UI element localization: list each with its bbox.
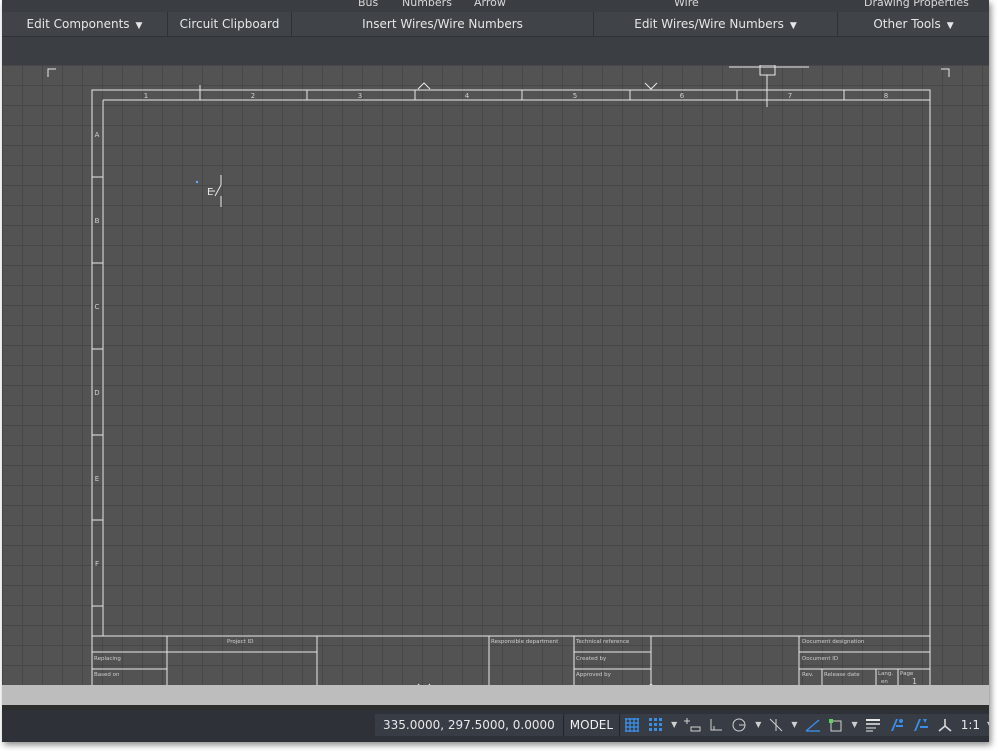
tb-lang: Lang. [878,671,893,677]
ribbon-spacer [2,37,989,65]
center-mark-top [417,82,431,90]
drawing-sheet: 1 2 3 4 5 6 7 8 A B C D E F E Project ID [47,65,950,685]
ribbon-item-arrow[interactable]: Arrow [474,0,506,9]
center-mark-top [644,82,658,90]
annotation-scale[interactable]: 1:1 [957,718,984,732]
panel-other-tools[interactable]: Other Tools ▼ [838,12,989,36]
corner-mark [47,68,56,77]
polar-tracking-icon[interactable] [728,714,752,736]
panel-label: Insert Wires/Wire Numbers [362,17,523,31]
chevron-down-icon[interactable]: ▼ [984,714,989,736]
ribbon-item-numbers[interactable]: Numbers [402,0,452,9]
tb-project-id: Project ID [227,639,253,645]
panel-edit-components[interactable]: Edit Components ▼ [2,12,168,36]
row-label: F [95,560,99,568]
component-tag[interactable]: E [207,187,213,198]
column-label: 4 [465,92,470,100]
chevron-down-icon[interactable]: ▼ [788,714,800,736]
panel-label: Edit Components [26,17,130,31]
tb-responsible-department: Responsible department [491,639,559,645]
drawing-canvas[interactable]: 1 2 3 4 5 6 7 8 A B C D E F E Project ID [2,65,989,685]
column-label: 8 [884,92,888,100]
grid-display-icon[interactable] [620,714,644,736]
ribbon-top-strip: Bus Numbers Arrow Wire Drawing Propertie… [2,0,989,12]
annotation-visibility-icon[interactable] [885,714,909,736]
tb-document-id: Document ID [802,656,838,662]
ribbon-panel-bar: Edit Components ▼ Circuit Clipboard Inser… [2,12,989,37]
column-label: 2 [251,92,255,100]
panel-label: Other Tools [873,17,941,31]
ribbon-item-wire[interactable]: Wire [674,0,699,9]
column-label: 7 [788,92,792,100]
panel-circuit-clipboard[interactable]: Circuit Clipboard [168,12,292,36]
app-window: Bus Numbers Arrow Wire Drawing Propertie… [2,0,989,742]
corner-mark [941,68,950,77]
tb-replacing: Replacing [94,656,121,662]
switch-symbol [212,175,222,207]
tb-technical-reference: Technical reference [575,639,630,645]
object-snap-tracking-icon[interactable] [801,714,825,736]
model-space-button[interactable]: MODEL [564,714,621,736]
row-label: D [94,389,99,397]
chevron-down-icon[interactable]: ▼ [849,714,861,736]
column-label: 1 [144,92,148,100]
panel-label: Edit Wires/Wire Numbers [634,17,784,31]
lineweight-icon[interactable] [861,714,885,736]
panel-insert-wires[interactable]: Insert Wires/Wire Numbers [292,12,594,36]
snap-mode-icon[interactable] [644,714,668,736]
column-label: 6 [680,92,685,100]
panel-label: Circuit Clipboard [179,17,280,31]
chevron-down-icon[interactable]: ▼ [752,714,764,736]
caret-down-icon: ▼ [135,21,143,31]
isodraft-icon[interactable] [764,714,788,736]
tb-release-date: Release date [824,672,860,678]
ribbon-item-bus[interactable]: Bus [358,0,378,9]
object-snap-icon[interactable] [825,714,849,736]
ribbon-item-drawing-properties[interactable]: Drawing Properties [864,0,969,9]
tb-based-on: Based on [94,672,120,678]
workspace-switch-icon[interactable] [933,714,957,736]
sheet-frame [91,89,931,685]
row-label: C [95,303,100,311]
tb-created-by: Created by [576,656,607,662]
column-label: 3 [358,92,362,100]
coordinates-readout[interactable]: 335.0000, 297.5000, 0.0000 [375,714,564,736]
tb-page-value: 1 [912,677,917,685]
connection-point [195,180,199,184]
caret-down-icon: ▼ [789,21,797,31]
infer-constraints-icon[interactable] [680,714,704,736]
panel-edit-wires[interactable]: Edit Wires/Wire Numbers ▼ [594,12,838,36]
tb-approved-by: Approved by [576,672,612,678]
row-label: E [95,475,99,483]
row-label: B [95,217,100,225]
status-controls: 335.0000, 297.5000, 0.0000 MODEL ▼ ▼ ▼ ▼… [375,714,989,736]
ortho-mode-icon[interactable] [704,714,728,736]
tb-rev: Rev. [802,672,814,678]
row-label: A [95,131,100,139]
tb-document-designation: Document designation [802,639,865,645]
status-bar: 335.0000, 297.5000, 0.0000 MODEL ▼ ▼ ▼ ▼… [2,710,989,742]
auto-scale-icon[interactable] [909,714,933,736]
column-label: 5 [573,92,577,100]
chevron-down-icon[interactable]: ▼ [668,714,680,736]
caret-down-icon: ▼ [946,21,954,31]
